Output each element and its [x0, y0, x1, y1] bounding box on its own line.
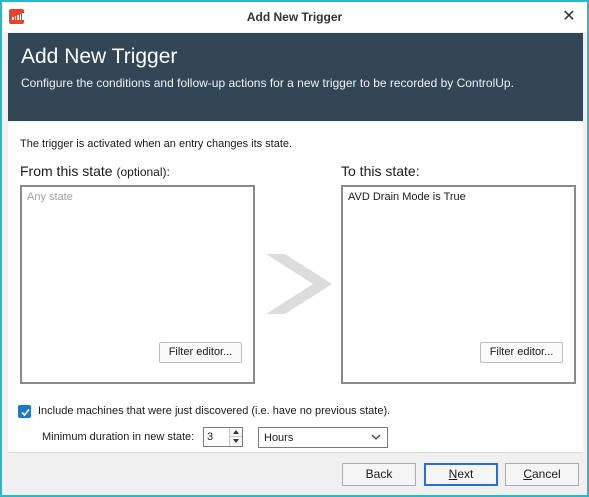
next-button[interactable]: Next [424, 463, 498, 486]
header-title: Add New Trigger [21, 45, 178, 68]
stepper-up-button[interactable] [230, 428, 242, 437]
dialog-footer: Back Next Cancel [8, 452, 583, 492]
chevron-down-icon [371, 434, 381, 440]
caret-up-icon [233, 430, 239, 434]
from-filter-editor-button[interactable]: Filter editor... [159, 342, 242, 363]
cancel-mnemonic: C [523, 467, 532, 481]
include-new-machines-checkbox[interactable] [18, 404, 31, 418]
to-state-value: AVD Drain Mode is True [348, 191, 466, 203]
close-icon[interactable]: ✕ [559, 7, 579, 27]
caret-down-icon [233, 439, 239, 443]
next-label-rest: ext [457, 467, 474, 481]
from-state-box[interactable]: Any state Filter editor... [20, 185, 255, 384]
duration-label: Minimum duration in new state: [42, 431, 195, 443]
back-button[interactable]: Back [342, 463, 416, 486]
include-new-machines-label: Include machines that were just discover… [38, 405, 391, 417]
include-new-machines-row[interactable]: Include machines that were just discover… [18, 403, 390, 419]
title-bar: Add New Trigger ✕ [2, 2, 587, 32]
dialog-content: The trigger is activated when an entry c… [8, 122, 583, 452]
from-state-title: From this state [20, 163, 113, 179]
to-state-label: To this state: [341, 163, 420, 179]
add-new-trigger-dialog: Add New Trigger ✕ Add New Trigger Config… [0, 0, 589, 497]
to-filter-editor-button[interactable]: Filter editor... [480, 342, 563, 363]
from-state-placeholder: Any state [27, 191, 73, 203]
window-title: Add New Trigger [246, 10, 343, 24]
header-subtitle: Configure the conditions and follow-up a… [21, 76, 514, 90]
cancel-label-rest: ancel [531, 467, 561, 481]
chevron-right-icon [266, 254, 332, 314]
checkmark-icon [21, 408, 30, 416]
duration-stepper[interactable]: 3 [203, 427, 243, 447]
dialog-header: Add New Trigger Configure the conditions… [8, 33, 583, 121]
optional-note: (optional): [116, 165, 170, 179]
from-state-label: From this state (optional): [20, 163, 170, 179]
duration-value[interactable]: 3 [207, 431, 213, 443]
duration-unit-value: Hours [264, 432, 294, 444]
trigger-description: The trigger is activated when an entry c… [20, 138, 293, 150]
stepper-down-button[interactable] [230, 437, 242, 446]
duration-unit-select[interactable]: Hours [258, 427, 388, 448]
cancel-button[interactable]: Cancel [505, 463, 579, 486]
to-state-box[interactable]: AVD Drain Mode is True Filter editor... [341, 185, 576, 384]
stepper-buttons [229, 428, 242, 446]
